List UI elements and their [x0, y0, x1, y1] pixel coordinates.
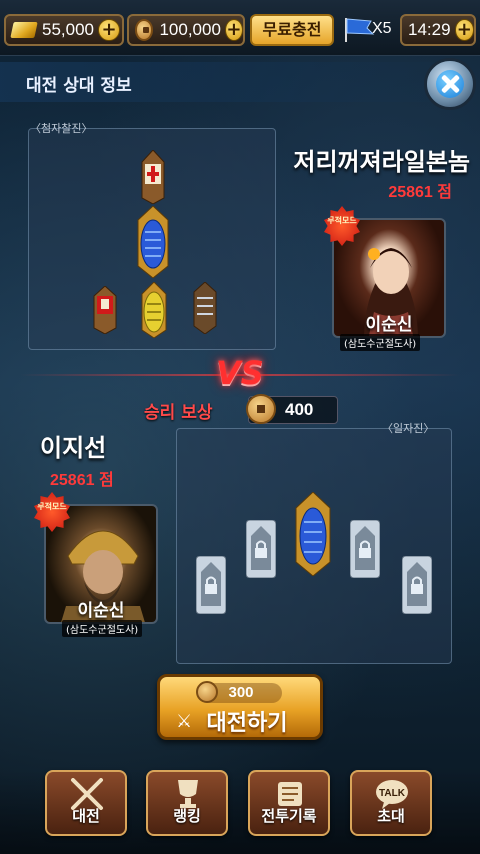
reward-coin-icon — [246, 394, 276, 424]
opponent-hero-title: (삼도수군절도사) — [340, 334, 421, 351]
opponent-ship-left — [93, 286, 117, 334]
nav-invite-button[interactable]: TALK 초대 — [350, 770, 432, 836]
opponent-score: 25861 점 — [388, 184, 452, 201]
battle-cost-value: 300 — [228, 684, 254, 701]
opponent-ship-right — [193, 282, 217, 334]
nav-record-label: 전투기록 — [261, 807, 317, 825]
currency-bar: 55,000 + 100,000 + 무료충전 X5 14:29 + — [0, 0, 480, 56]
reward-label: 승리 보상 — [144, 403, 213, 423]
coin-display: 100,000 + — [127, 14, 245, 46]
talk-badge: TALK — [379, 788, 406, 799]
battle-label: 대전하기 — [206, 711, 288, 736]
gold-amount: 55,000 — [42, 20, 94, 39]
close-button[interactable] — [424, 58, 476, 110]
battle-flag-icon — [345, 18, 375, 42]
player-hero-name: 이순신 — [77, 601, 125, 621]
opponent-name: 저리꺼져라일본놈 — [293, 148, 470, 176]
nav-battle-button[interactable]: 대전 — [45, 770, 127, 836]
nav-ranking-button[interactable]: 랭킹 — [146, 770, 228, 836]
gold-display: 55,000 + — [4, 14, 124, 46]
slot-locked-4[interactable] — [402, 556, 432, 614]
coin-icon — [135, 19, 154, 41]
slot-locked-2[interactable] — [246, 520, 276, 578]
add-coin-button[interactable]: + — [224, 19, 243, 41]
gold-bar-icon — [10, 22, 38, 38]
coin-amount: 100,000 — [159, 20, 221, 39]
nav-ranking-label: 랭킹 — [173, 807, 201, 825]
close-icon — [436, 70, 464, 98]
player-formation-label: 〈일자진〉 — [382, 422, 435, 435]
nav-battle-label: 대전 — [72, 807, 100, 825]
start-battle-button[interactable]: 300 ⚔ 대전하기 — [157, 674, 323, 740]
opponent-turtle-ship — [137, 206, 169, 278]
page-title: 대전 상대 정보 — [26, 76, 132, 96]
flag-count: X5 — [372, 20, 392, 37]
player-turtle-ship[interactable] — [294, 492, 332, 576]
player-name: 이지선 — [40, 434, 107, 462]
free-charge-button[interactable]: 무료충전 — [250, 14, 334, 46]
player-score: 25861 점 — [50, 472, 114, 489]
title-strip: 대전 상대 정보 — [0, 62, 480, 102]
timer-display: 14:29 + — [400, 14, 476, 46]
nav-invite-label: 초대 — [377, 807, 405, 825]
player-hero-title: (삼도수군절도사) — [62, 620, 143, 637]
timer-value: 14:29 — [408, 20, 451, 39]
slot-locked-3[interactable] — [350, 520, 380, 578]
battle-coin-icon — [196, 681, 218, 703]
add-gold-button[interactable]: + — [98, 19, 120, 41]
opponent-ship-center — [141, 282, 167, 338]
slot-locked-1[interactable] — [196, 556, 226, 614]
reward-amount: 400 — [285, 400, 314, 419]
nav-record-button[interactable]: 전투기록 — [248, 770, 330, 836]
opponent-formation-label: 〈첨자찰진〉 — [30, 122, 93, 135]
opponent-hero-name: 이순신 — [365, 315, 413, 335]
add-flag-button[interactable]: + — [454, 19, 474, 41]
opponent-ship-top — [141, 150, 165, 204]
vs-label: VS — [216, 354, 264, 392]
